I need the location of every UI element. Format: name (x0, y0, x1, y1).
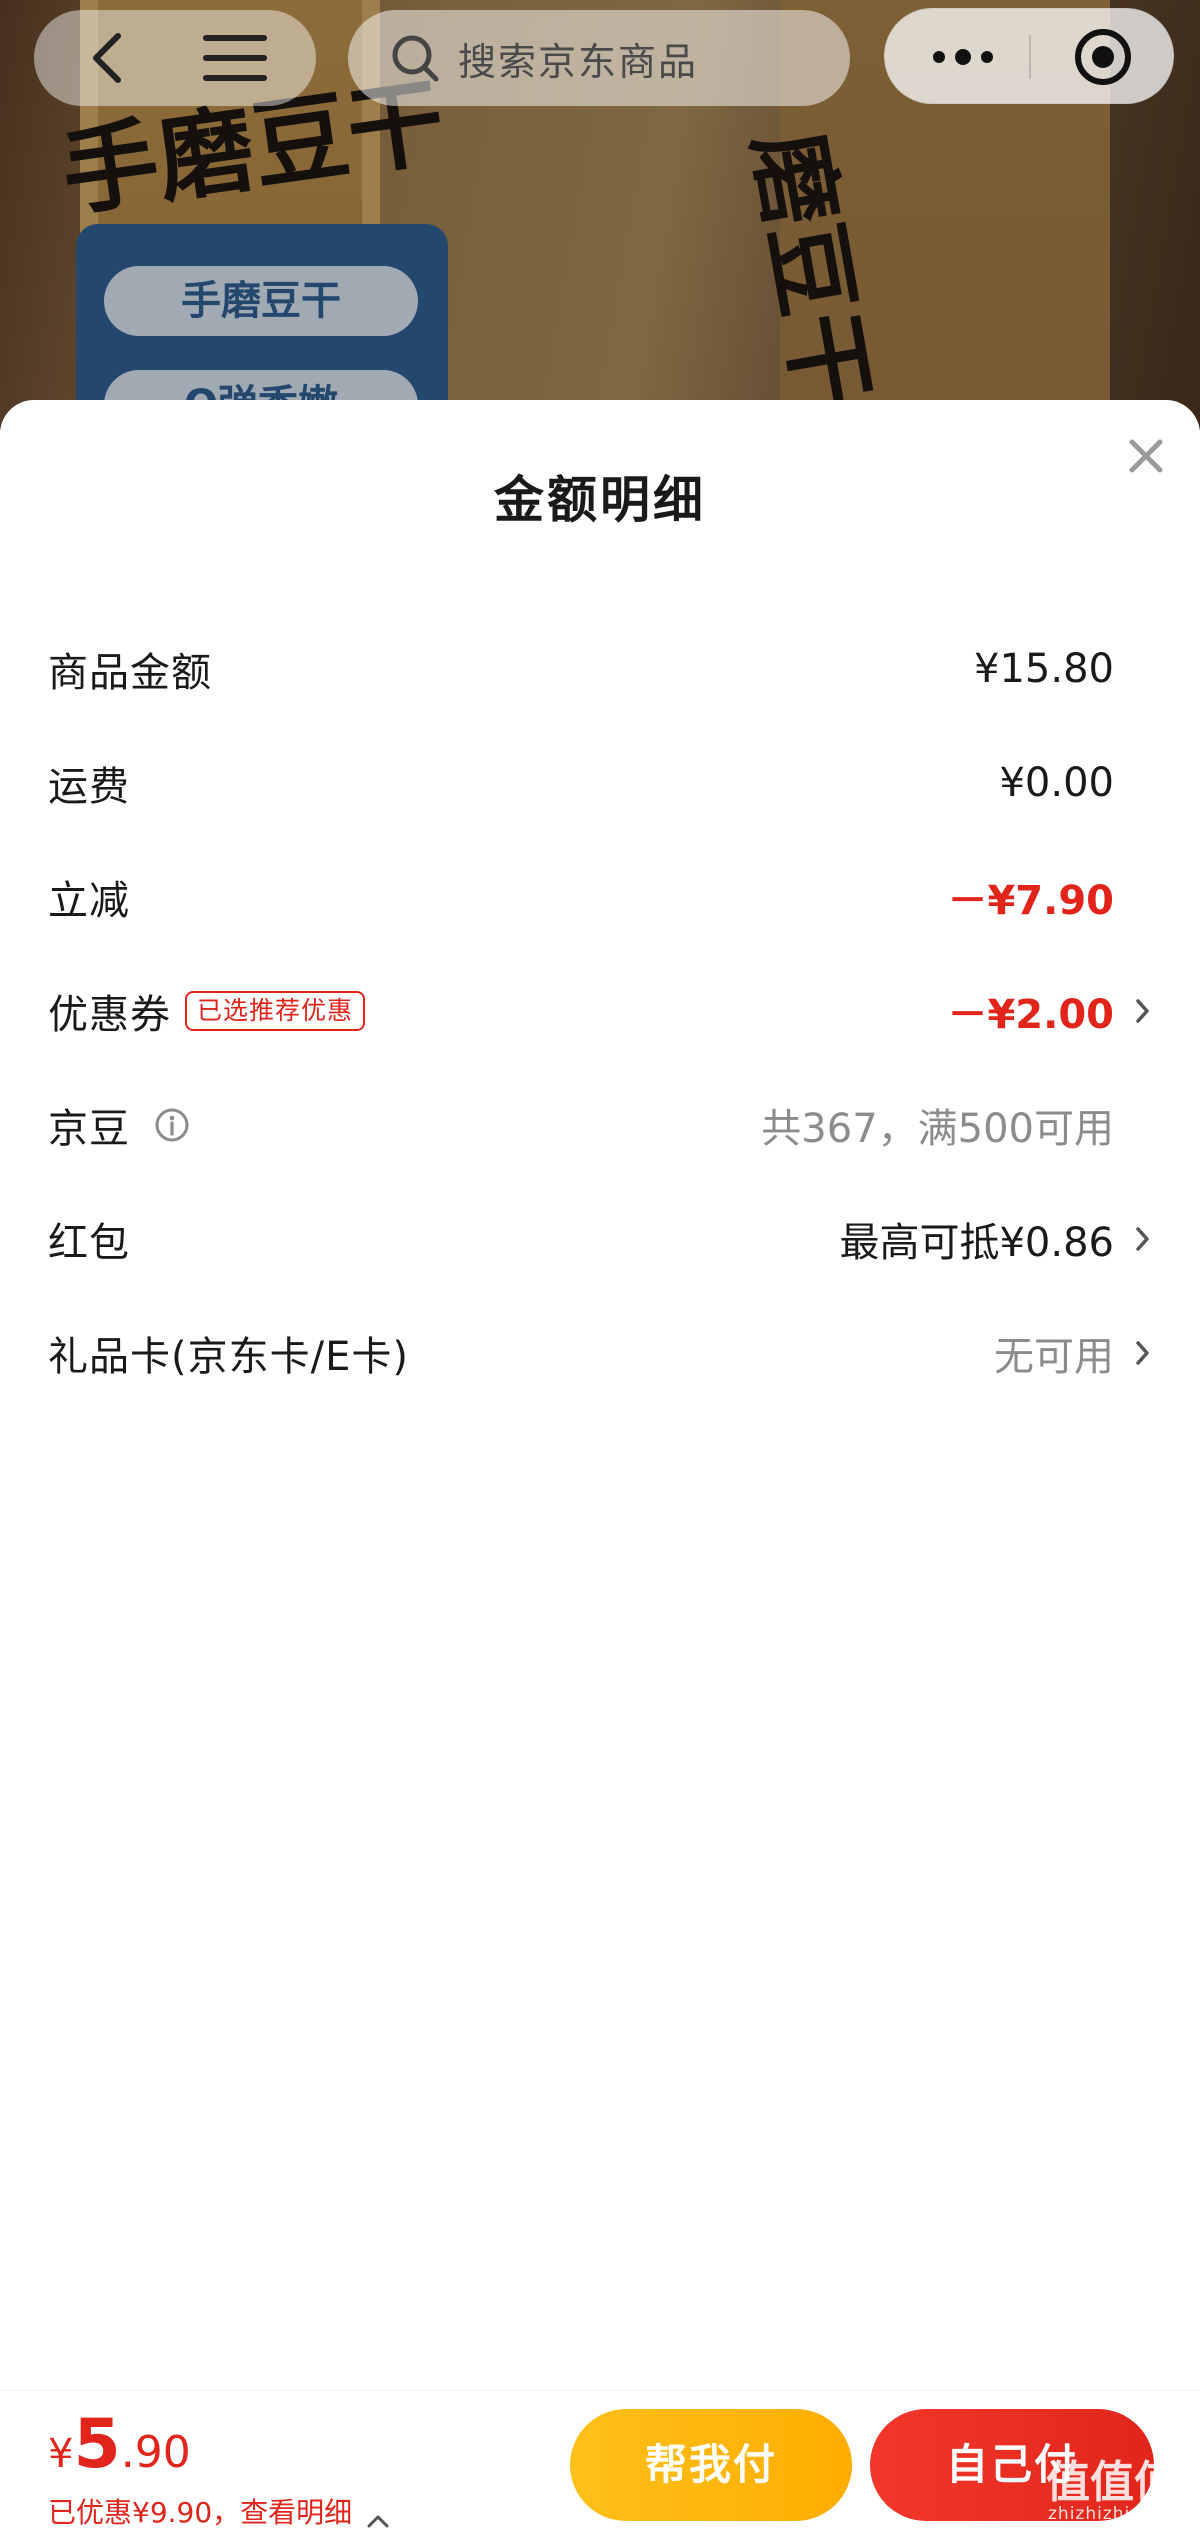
capsule-divider (1029, 35, 1031, 79)
row-label: 优惠券 (48, 992, 171, 1038)
row-gift-card[interactable]: 礼品卡(京东卡/E卡) 无可用 (0, 1296, 1200, 1410)
chevron-right-icon (1134, 1337, 1152, 1369)
search-input[interactable]: 搜索京东商品 (348, 10, 850, 106)
info-icon[interactable] (154, 1107, 190, 1143)
row-value: ¥0.00 (999, 760, 1114, 806)
row-goods-amount: 商品金额 ¥15.80 (0, 612, 1200, 726)
back-icon[interactable] (80, 28, 140, 88)
row-label: 商品金额 (48, 650, 212, 696)
price-currency: ¥ (48, 2431, 74, 2477)
row-shipping: 运费 ¥0.00 (0, 726, 1200, 840)
row-value: 无可用 (994, 1334, 1114, 1380)
friend-pay-button[interactable]: 帮我付 (570, 2409, 852, 2521)
row-red-envelope[interactable]: 红包 最高可抵¥0.86 (0, 1182, 1200, 1296)
site-watermark: 值值值 zhizhizhi.com (1044, 2440, 1194, 2530)
miniprogram-capsule (884, 8, 1174, 104)
more-icon[interactable] (925, 27, 1001, 87)
sheet-title: 金额明细 (494, 471, 706, 529)
row-value: －¥2.00 (947, 992, 1114, 1038)
saved-text: 已优惠¥9.90，查看明细 (48, 2496, 353, 2529)
row-label: 礼品卡(京东卡/E卡) (48, 1334, 409, 1380)
row-coupon[interactable]: 优惠券 已选推荐优惠 －¥2.00 (0, 954, 1200, 1068)
watermark-text: 值值值 (1046, 2457, 1178, 2508)
chevron-up-icon (366, 2503, 390, 2528)
row-value: ¥15.80 (974, 646, 1114, 692)
row-label: 运费 (48, 764, 130, 810)
amount-detail-sheet: 金额明细 商品金额 ¥15.80 运费 ¥0.00 立减 －¥7.90 优惠券 … (0, 400, 1200, 2537)
search-icon (388, 31, 442, 85)
total-price: ¥ 5 .90 (48, 2405, 191, 2484)
search-placeholder: 搜索京东商品 (458, 39, 699, 84)
close-miniprogram-icon[interactable] (1071, 25, 1135, 89)
row-value: 共367，满500可用 (761, 1106, 1114, 1152)
row-label: 京豆 (48, 1106, 130, 1152)
row-label-group: 京豆 (48, 1068, 190, 1182)
saved-detail-link[interactable]: 已优惠¥9.90，查看明细 (48, 2491, 390, 2531)
row-value: －¥7.90 (947, 878, 1114, 924)
row-label: 红包 (48, 1220, 130, 1266)
row-jd-beans: 京豆 共367，满500可用 (0, 1068, 1200, 1182)
menu-icon[interactable] (200, 28, 270, 88)
watermark-url: zhizhizhi.com (1048, 2504, 1176, 2524)
row-label-group: 优惠券 已选推荐优惠 (48, 954, 366, 1068)
price-integer: 5 (73, 2405, 121, 2484)
nav-capsule-left (34, 10, 316, 106)
price-decimal: .90 (120, 2427, 191, 2478)
chevron-right-icon (1134, 1223, 1152, 1255)
row-label: 立减 (48, 878, 130, 924)
chevron-right-icon (1134, 995, 1152, 1027)
close-icon[interactable] (1124, 434, 1168, 478)
row-instant-discount: 立减 －¥7.90 (0, 840, 1200, 954)
recommended-coupon-tag: 已选推荐优惠 (185, 991, 366, 1031)
pay-bar: ¥ 5 .90 已优惠¥9.90，查看明细 帮我付 自己付 (0, 2390, 1200, 2537)
row-value: 最高可抵¥0.86 (839, 1220, 1114, 1266)
